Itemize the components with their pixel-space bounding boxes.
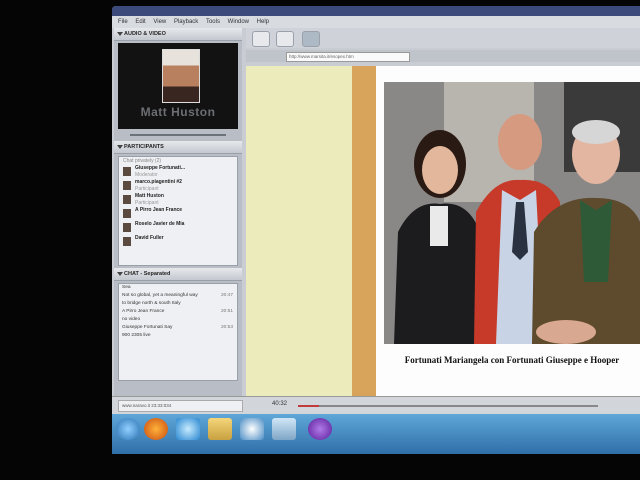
elluminate-app-icon[interactable] xyxy=(308,418,332,440)
internet-explorer-icon[interactable] xyxy=(176,418,200,440)
chat-line: 900 2305 live xyxy=(119,332,237,340)
participant-role: Moderator xyxy=(135,172,158,178)
photo-caption: Fortunati Mariangela con Fortunati Giuse… xyxy=(404,355,620,365)
chat-text: A Pirro Jean France xyxy=(122,309,165,314)
left-sidebar: AUDIO & VIDEO Matt Huston PARTICIPANTS C… xyxy=(114,28,242,398)
menu-file[interactable]: File xyxy=(118,19,128,25)
whiteboard-area[interactable] xyxy=(246,66,352,396)
chat-text: to bridge north & south Italy xyxy=(122,301,181,306)
participant-row[interactable]: David Fuller xyxy=(119,235,237,249)
main-toolbar xyxy=(246,28,640,48)
chat-log: Sea Not so global, yet a meaningful way 2… xyxy=(118,283,238,381)
participant-name: A Pirro Jean France xyxy=(135,207,183,213)
media-player-icon[interactable] xyxy=(240,418,264,440)
web-tour-bar: http://www.marsita.it/esopex.htm xyxy=(246,50,640,62)
photo-illustration xyxy=(384,82,640,344)
menu-view[interactable]: View xyxy=(153,19,166,25)
chat-line: Sea xyxy=(119,284,237,292)
audio-video-header[interactable]: AUDIO & VIDEO xyxy=(114,28,242,41)
timecode: 40:32 xyxy=(272,401,288,407)
participant-name: David Fuller xyxy=(135,235,164,241)
collapse-triangle-icon[interactable] xyxy=(117,272,123,276)
chat-text: Sea xyxy=(122,285,131,290)
participant-name: Roselo Javier de Mia xyxy=(135,221,185,227)
whiteboard-button[interactable] xyxy=(252,31,270,47)
collapse-triangle-icon[interactable] xyxy=(117,32,123,36)
avatar xyxy=(123,167,131,176)
chat-text: no video xyxy=(122,317,141,322)
page-margin-strip xyxy=(352,66,376,396)
chat-text: 900 2305 live xyxy=(122,333,151,338)
webcam-thumbnail xyxy=(162,49,200,103)
chat-time: 20:51 xyxy=(220,309,233,314)
volume-slider[interactable] xyxy=(120,131,236,139)
start-button-icon[interactable] xyxy=(116,418,140,440)
shared-web-page: Fortunati Mariangela con Fortunati Giuse… xyxy=(376,66,640,408)
avatar xyxy=(123,223,131,232)
menu-playback[interactable]: Playback xyxy=(174,19,198,25)
menu-help[interactable]: Help xyxy=(257,19,269,25)
participant-row[interactable]: Giuseppe Fortunati... Moderator xyxy=(119,165,237,179)
participant-row[interactable]: marco.piagentini #2 Participant xyxy=(119,179,237,193)
audio-video-title: AUDIO & VIDEO xyxy=(124,31,166,37)
status-field: www.naravo.it 23:33:034 xyxy=(118,400,243,412)
chat-header[interactable]: CHAT - Separated xyxy=(114,268,242,281)
playback-bar: www.naravo.it 23:33:034 40:32 xyxy=(112,396,640,415)
firefox-icon[interactable] xyxy=(144,418,168,440)
chat-line: A Pirro Jean France 20:51 xyxy=(119,308,237,316)
playback-progress-fill xyxy=(298,405,319,407)
participants-title: PARTICIPANTS xyxy=(124,144,164,150)
participant-name: Giuseppe Fortunati... xyxy=(135,165,186,171)
chat-time: 20:47 xyxy=(220,293,233,298)
chat-line: Not so global, yet a meaningful way 20:47 xyxy=(119,292,237,300)
participant-row[interactable]: A Pirro Jean France xyxy=(119,207,237,221)
participant-role: Participant xyxy=(135,200,159,206)
participant-row[interactable]: Roselo Javier de Mia xyxy=(119,221,237,235)
chat-text: Not so global, yet a meaningful way xyxy=(122,293,198,298)
share-app-button[interactable] xyxy=(276,31,294,47)
video-panel: Matt Huston xyxy=(118,43,238,129)
video-speaker-name: Matt Huston xyxy=(140,105,216,119)
taskbar xyxy=(112,414,640,454)
avatar xyxy=(123,195,131,204)
chat-line: no video xyxy=(119,316,237,324)
avatar xyxy=(123,181,131,190)
participant-name: marco.piagentini #2 xyxy=(135,179,182,185)
window-app-icon[interactable] xyxy=(272,418,296,440)
avatar xyxy=(123,209,131,218)
url-field[interactable]: http://www.marsita.it/esopex.htm xyxy=(286,52,410,62)
volume-track[interactable] xyxy=(130,134,226,136)
chat-text: Giuseppe Fortunati Say xyxy=(122,325,173,330)
participant-list: Chat privately (2) Giuseppe Fortunati...… xyxy=(118,156,238,266)
participants-header[interactable]: PARTICIPANTS xyxy=(114,141,242,154)
chat-time: 20:53 xyxy=(220,325,233,330)
menu-window[interactable]: Window xyxy=(228,19,249,25)
collapse-triangle-icon[interactable] xyxy=(117,145,123,149)
chat-line: to bridge north & south Italy xyxy=(119,300,237,308)
participant-row[interactable]: Matt Huston Participant xyxy=(119,193,237,207)
playback-progress[interactable] xyxy=(298,405,598,407)
avatar xyxy=(123,237,131,246)
menu-tools[interactable]: Tools xyxy=(206,19,220,25)
participant-list-hint: Chat privately (2) xyxy=(123,158,162,164)
chat-line: Giuseppe Fortunati Say 20:53 xyxy=(119,324,237,332)
chat-title: CHAT - Separated xyxy=(124,271,171,277)
web-tour-button[interactable] xyxy=(302,31,320,47)
menu-bar: File Edit View Playback Tools Window Hel… xyxy=(112,16,640,28)
application-window: File Edit View Playback Tools Window Hel… xyxy=(112,6,640,454)
menu-edit[interactable]: Edit xyxy=(135,19,145,25)
participant-name: Matt Huston xyxy=(135,193,164,199)
folder-icon[interactable] xyxy=(208,418,232,440)
group-photo xyxy=(384,82,640,344)
title-bar xyxy=(112,6,640,16)
participant-role: Participant xyxy=(135,186,159,192)
